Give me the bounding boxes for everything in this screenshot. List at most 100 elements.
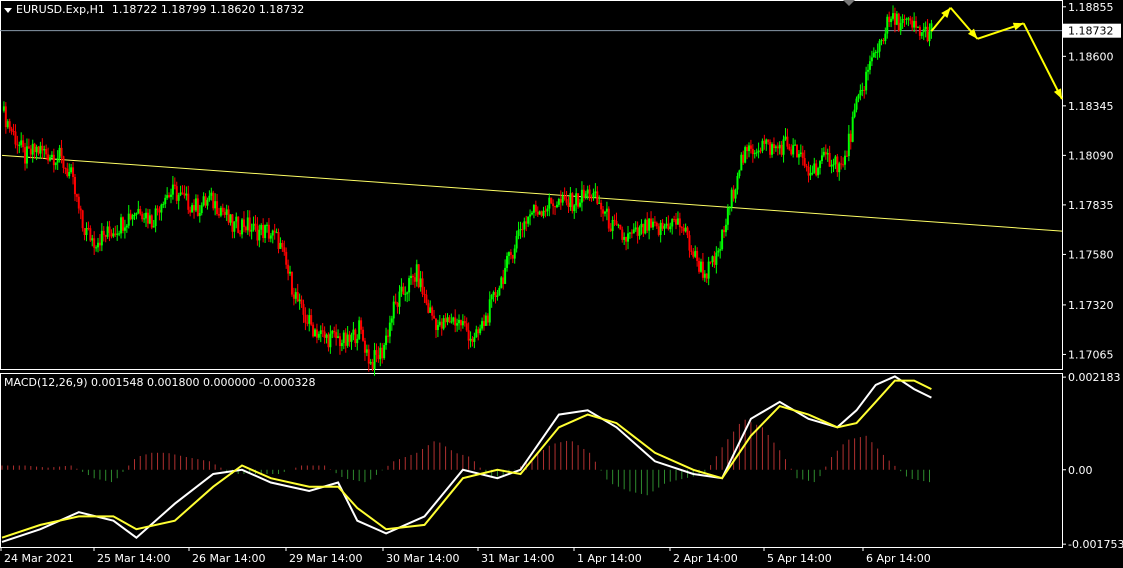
candle-body <box>517 230 520 236</box>
candle-body <box>575 193 578 206</box>
candle-body <box>492 292 495 295</box>
candle-body <box>838 163 841 173</box>
candle-body <box>463 321 466 324</box>
candle-body <box>707 261 710 279</box>
candle-body <box>450 321 453 323</box>
candle-body <box>557 199 560 205</box>
candle-body <box>696 250 699 261</box>
price-chart[interactable]: 1.18855 1.18600 1.18345 1.18090 1.17835 1.175… <box>0 0 1123 568</box>
candle-body <box>521 229 524 231</box>
candle-body <box>920 32 923 36</box>
candle-body <box>302 303 305 315</box>
candle-body <box>780 144 783 155</box>
candle-body <box>792 145 795 155</box>
candle-body <box>325 334 328 338</box>
candle-body <box>728 207 731 209</box>
candle-body <box>83 228 86 236</box>
candle-body <box>148 215 151 224</box>
candle-body <box>832 164 835 166</box>
candle-body <box>356 338 359 344</box>
candle-body <box>335 332 338 338</box>
macd-tick-label: 0.00 <box>1068 464 1093 477</box>
candle-body <box>531 212 533 215</box>
candle-body <box>35 146 38 153</box>
candle-body <box>41 145 44 151</box>
candle-body <box>577 193 580 207</box>
candle-body <box>202 196 205 206</box>
candle-body <box>235 216 238 222</box>
candle-body <box>582 189 585 197</box>
candle-body <box>79 208 82 211</box>
candle-body <box>417 264 420 288</box>
candle-body <box>609 228 612 232</box>
candle-body <box>882 40 885 42</box>
candle-body <box>68 172 71 177</box>
candle-body <box>27 146 30 149</box>
period-marker-icon <box>843 0 855 6</box>
candle-body <box>905 18 908 20</box>
chevron-down-icon[interactable] <box>4 7 12 13</box>
candle-body <box>20 140 23 145</box>
candle-body <box>884 33 887 42</box>
candle-body <box>726 208 729 225</box>
candle-body <box>104 234 107 237</box>
candle-body <box>342 332 345 343</box>
candle-body <box>755 152 758 154</box>
candle-body <box>665 223 668 226</box>
candle-body <box>189 209 192 213</box>
macd-line <box>1 375 932 543</box>
candle-body <box>390 318 393 323</box>
candle-body <box>742 154 745 163</box>
candle-body <box>166 195 169 198</box>
candle-body <box>31 143 34 155</box>
candle-body <box>651 221 654 228</box>
candle-body <box>392 301 395 319</box>
candle-body <box>600 202 603 210</box>
candle-body <box>650 218 653 228</box>
candle-body <box>433 315 436 319</box>
candle-body <box>872 52 875 58</box>
time-tick-label: 30 Mar 14:00 <box>386 552 459 565</box>
candle-body <box>586 189 589 194</box>
candle-body <box>719 249 722 251</box>
candle-body <box>571 193 574 212</box>
candle-body <box>398 291 401 307</box>
candle-body <box>916 26 919 28</box>
candle-body <box>310 315 313 325</box>
candle-body <box>867 69 870 72</box>
macd-header: MACD(12,26,9) 0.001548 0.001800 0.000000… <box>4 376 315 389</box>
candle-body <box>290 271 293 295</box>
candle-body <box>500 277 503 288</box>
candle-body <box>196 198 199 216</box>
candle-body <box>603 211 606 214</box>
candle-body <box>177 194 180 201</box>
candle-body <box>33 143 36 153</box>
candle-body <box>154 208 157 227</box>
candle-body <box>385 335 388 346</box>
candle-body <box>751 148 754 155</box>
candle-body <box>256 225 259 241</box>
candle-body <box>796 144 798 158</box>
candle-body <box>513 248 516 259</box>
candle-body <box>561 195 564 203</box>
candle-body <box>911 20 914 28</box>
macd-tick-label: -0.001753 <box>1068 538 1123 551</box>
candle-body <box>759 150 762 152</box>
candle-body <box>131 215 134 220</box>
candle-body <box>275 232 278 234</box>
forecast-arrow-line[interactable] <box>1022 22 1063 100</box>
candle-body <box>171 184 174 195</box>
candle-body <box>753 152 756 155</box>
candle-body <box>56 158 59 163</box>
candle-body <box>632 229 635 234</box>
candle-body <box>219 207 222 216</box>
candle-body <box>897 13 900 31</box>
candle-body <box>72 167 75 177</box>
candle-body <box>4 106 7 128</box>
candle-body <box>110 232 113 237</box>
candle-body <box>306 322 309 324</box>
candle-body <box>840 163 843 165</box>
candle-body <box>454 317 457 326</box>
candle-body <box>371 361 374 370</box>
candle-body <box>550 197 553 204</box>
